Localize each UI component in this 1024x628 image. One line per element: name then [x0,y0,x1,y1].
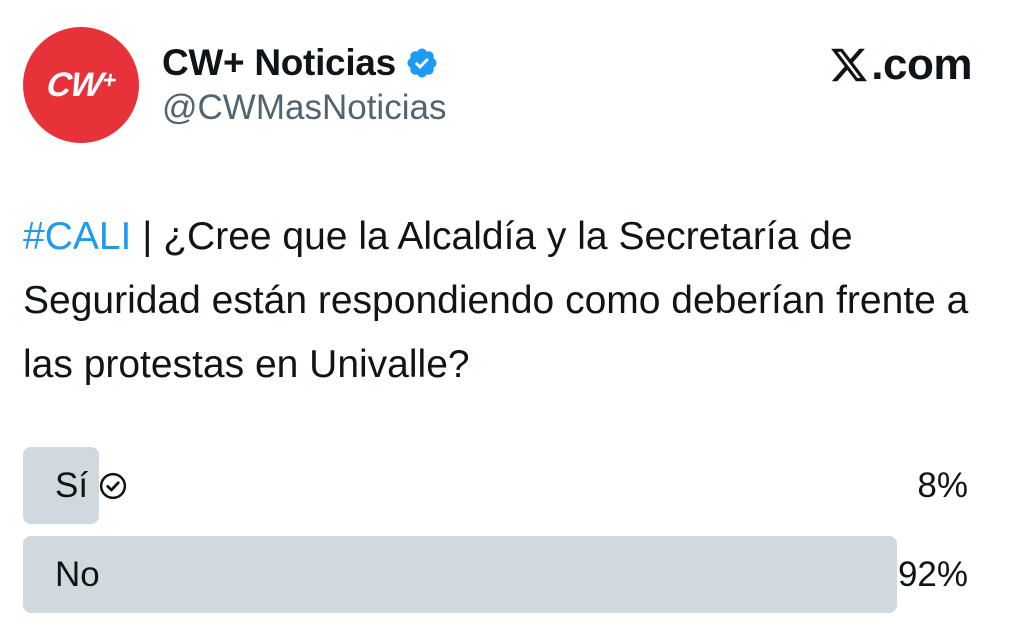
hashtag-link[interactable]: #CALI [23,215,131,258]
tweet-question: ¿Cree que la Alcaldía y la Secretaría de… [23,215,969,386]
separator: | [131,215,164,258]
check-circle-icon [99,472,127,499]
avatar[interactable]: CW+ [23,27,139,143]
poll: Sí 8% No 92% [23,447,973,625]
poll-result-bar [23,536,897,613]
verified-badge-icon [407,48,437,78]
source-label: .com [829,38,972,92]
account-handle[interactable]: @CWMasNoticias [162,88,446,128]
poll-option-si[interactable]: Sí 8% [23,447,973,524]
poll-option-label: Sí [55,466,128,506]
avatar-logo: CW+ [44,65,118,104]
poll-option-label: No [55,554,100,594]
poll-option-percent: 8% [917,465,968,505]
source-domain: .com [871,40,972,89]
poll-option-no[interactable]: No 92% [23,536,973,613]
tweet-card: CW+ CW+ Noticias @CWMasNoticias .com #CA… [0,0,1024,628]
author-name-row: CW+ Noticias [162,40,439,86]
display-name[interactable]: CW+ Noticias [162,42,396,84]
poll-option-percent: 92% [897,554,968,594]
tweet-body: #CALI | ¿Cree que la Alcaldía y la Secre… [23,205,983,397]
x-logo-icon [831,48,868,82]
